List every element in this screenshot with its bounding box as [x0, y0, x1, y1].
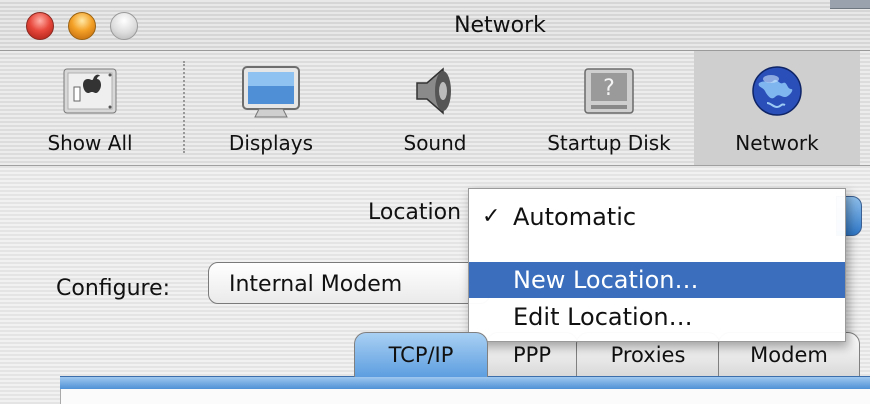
configure-value: Internal Modem: [229, 272, 403, 297]
menu-item-label: Edit Location…: [513, 303, 693, 331]
location-menu: ✓ Automatic New Location… Edit Location…: [468, 188, 846, 342]
toolbar-toggle-button[interactable]: [830, 0, 870, 9]
menu-item-edit-location[interactable]: Edit Location…: [469, 299, 845, 335]
toolbar-network[interactable]: Network: [694, 51, 860, 165]
window-title: Network: [454, 13, 546, 38]
preferences-window: Network Show All Displays Sound ? Startu…: [0, 0, 870, 404]
zoom-icon[interactable]: [110, 12, 138, 40]
checkmark-icon: ✓: [482, 204, 501, 229]
menu-item-new-location[interactable]: New Location…: [469, 262, 845, 298]
hard-disk-icon: ?: [584, 68, 634, 114]
title-bar[interactable]: Network: [0, 0, 870, 51]
show-all-icon: [63, 68, 117, 114]
toolbar-separator: [183, 61, 185, 153]
toolbar-sound[interactable]: Sound: [360, 51, 510, 165]
tab-panel-header: [60, 376, 870, 389]
speaker-icon: [416, 67, 451, 115]
configure-label: Configure:: [56, 276, 171, 301]
location-label: Location: [368, 200, 462, 225]
globe-icon: [752, 66, 802, 116]
menu-item-label: New Location…: [513, 266, 699, 294]
menu-item-automatic[interactable]: ✓ Automatic: [469, 199, 845, 235]
toolbar-displays[interactable]: Displays: [196, 51, 346, 165]
svg-text:?: ?: [603, 76, 615, 101]
toolbar: Show All Displays Sound ? Startup Disk N…: [0, 51, 870, 166]
toolbar-show-all[interactable]: Show All: [0, 51, 180, 165]
toolbar-label-startup-disk: Startup Disk: [547, 131, 671, 155]
toolbar-label-show-all: Show All: [47, 131, 133, 155]
menu-item-label: Automatic: [513, 203, 637, 231]
toolbar-label-network: Network: [735, 131, 819, 155]
tab-panel: [60, 389, 870, 404]
toolbar-label-sound: Sound: [403, 131, 467, 155]
configure-popup[interactable]: Internal Modem: [208, 262, 490, 304]
minimize-icon[interactable]: [68, 12, 96, 40]
tab-tcpip[interactable]: TCP/IP: [354, 332, 488, 377]
toolbar-label-displays: Displays: [228, 131, 314, 155]
displays-icon: [242, 66, 300, 118]
toolbar-startup-disk[interactable]: ? Startup Disk: [524, 51, 694, 165]
close-icon[interactable]: [26, 12, 54, 40]
